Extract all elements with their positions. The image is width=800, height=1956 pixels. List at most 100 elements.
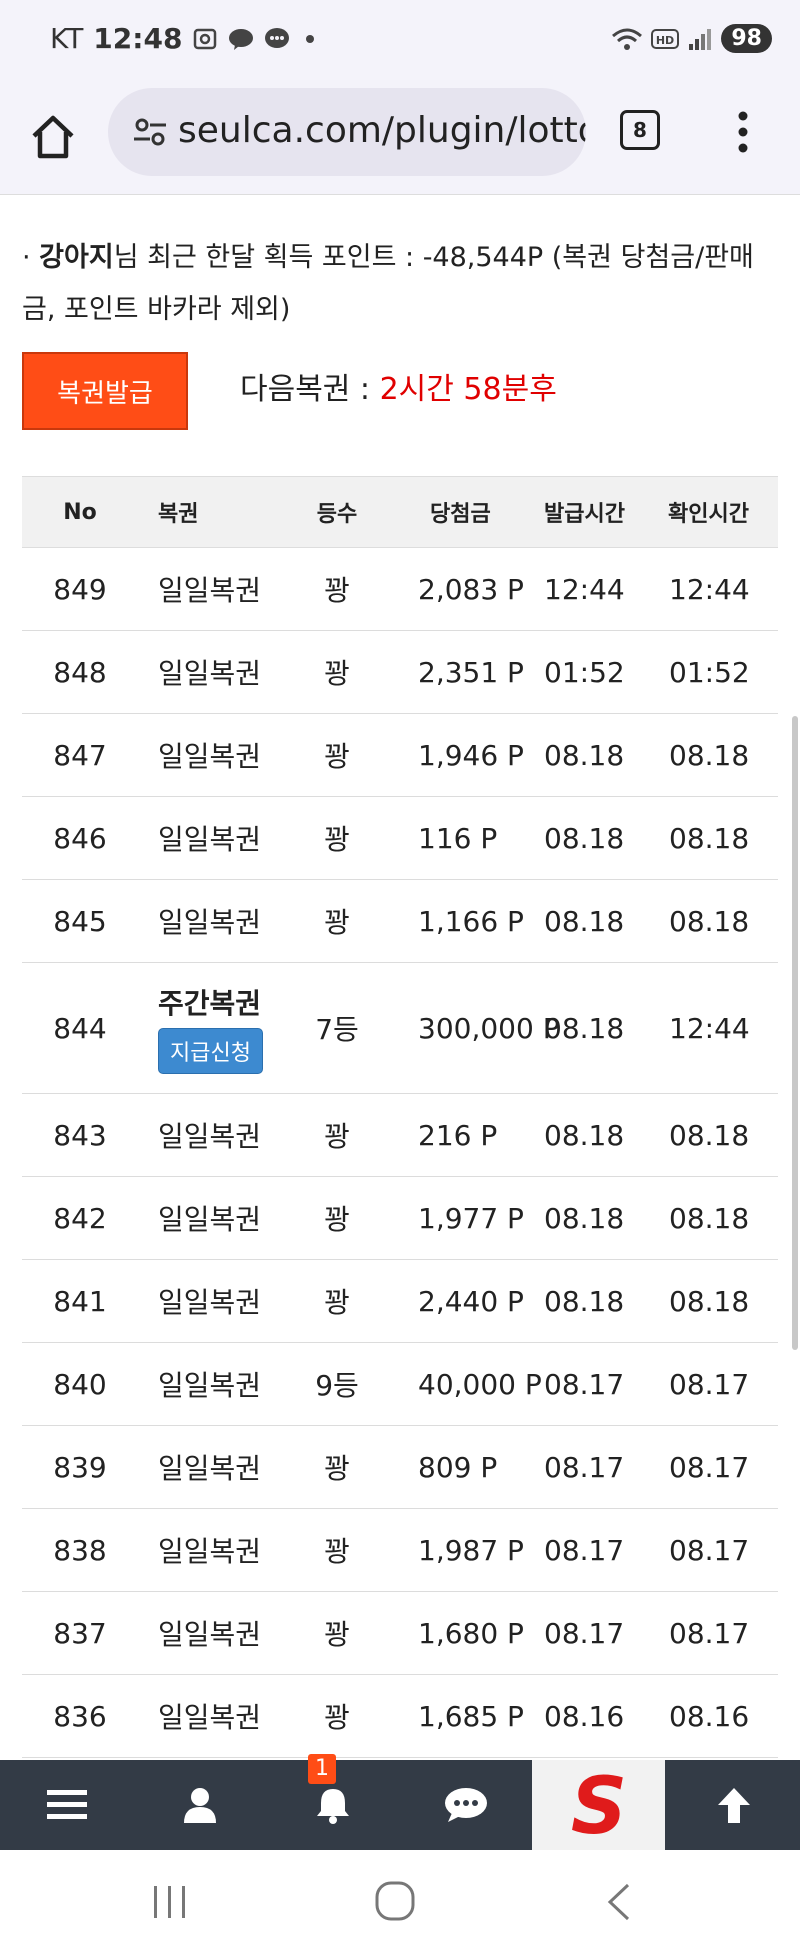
table-row: 838 일일복권 꽝 1,987 P 08.17 08.17 <box>22 1509 778 1592</box>
cell-issued: 08.17 <box>544 1533 625 1567</box>
table-row: 844 주간복권 지급신청 7등 300,000 P 08.18 12:44 <box>22 963 778 1094</box>
username: 강아지 <box>39 242 114 273</box>
cell-lottery: 일일복권 <box>158 1203 262 1236</box>
cell-issued: 08.18 <box>544 738 625 772</box>
points-summary-text: 님 최근 한달 획득 포인트 : -48,544P (복권 당첨금/판매금, 포… <box>22 242 754 325</box>
issue-lottery-button[interactable]: 복권발급 <box>22 352 188 430</box>
cell-no: 846 <box>53 821 107 855</box>
home-nav-icon[interactable] <box>374 1880 416 1922</box>
more-menu-icon[interactable] <box>738 110 748 154</box>
header-no: No <box>63 499 97 525</box>
cell-prize: 2,440 P <box>418 1284 524 1318</box>
cell-checked: 08.17 <box>669 1450 750 1484</box>
cell-lottery: 일일복권 <box>158 1618 262 1651</box>
cell-checked: 08.18 <box>669 1118 750 1152</box>
cell-no: 847 <box>53 738 107 772</box>
table-row: 837 일일복권 꽝 1,680 P 08.17 08.17 <box>22 1592 778 1675</box>
chat-button[interactable] <box>399 1760 532 1850</box>
cell-rank: 꽝 <box>324 1203 350 1236</box>
header-prize: 당첨금 <box>430 502 491 527</box>
weekly-lottery-name: 주간복권 <box>158 987 262 1020</box>
cell-prize: 1,680 P <box>418 1616 524 1650</box>
logo-letter: S <box>570 1767 626 1843</box>
browser-toolbar: seulca.com/plugin/lotto 8 <box>0 84 800 195</box>
cell-issued: 08.17 <box>544 1616 625 1650</box>
cell-prize: 216 P <box>418 1118 498 1152</box>
cell-no: 844 <box>53 1011 107 1045</box>
cell-lottery: 일일복권 <box>158 823 262 856</box>
cell-lottery: 주간복권 지급신청 <box>158 963 263 1093</box>
cell-lottery: 일일복권 <box>158 1701 262 1734</box>
next-lottery-countdown: 2시간 58분후 <box>379 372 557 407</box>
cell-rank: 9등 <box>315 1369 359 1402</box>
cell-issued: 08.18 <box>544 821 625 855</box>
cell-rank: 꽝 <box>324 574 350 607</box>
message-icon <box>265 27 290 48</box>
bell-icon <box>316 1789 349 1824</box>
cell-rank: 꽝 <box>324 1535 350 1568</box>
hd-icon: HD <box>651 28 680 49</box>
scroll-top-button[interactable] <box>667 1760 800 1850</box>
table-row: 843 일일복권 꽝 216 P 08.18 08.18 <box>22 1094 778 1177</box>
cell-issued: 08.18 <box>544 1201 625 1235</box>
cell-issued: 01:52 <box>544 655 625 689</box>
cell-prize: 1,987 P <box>418 1533 524 1567</box>
table-row: 839 일일복권 꽝 809 P 08.17 08.17 <box>22 1426 778 1509</box>
site-settings-icon[interactable] <box>132 114 168 150</box>
cell-issued: 08.17 <box>544 1450 625 1484</box>
cell-lottery: 일일복권 <box>158 657 262 690</box>
cell-lottery: 일일복권 <box>158 1535 262 1568</box>
back-icon[interactable] <box>604 1882 632 1922</box>
cell-rank: 꽝 <box>324 1452 350 1485</box>
user-icon <box>183 1788 216 1823</box>
url-text[interactable]: seulca.com/plugin/lotto <box>178 110 586 151</box>
home-icon[interactable] <box>28 112 78 162</box>
cell-no: 845 <box>53 904 107 938</box>
clock: 12:48 <box>93 22 183 55</box>
cell-issued: 08.17 <box>544 1367 625 1401</box>
status-right: HD 98 <box>611 24 772 53</box>
cell-prize: 300,000 P <box>418 1011 560 1045</box>
site-logo-icon: S <box>570 1767 626 1843</box>
chat-icon <box>444 1788 487 1822</box>
next-lottery-label: 다음복권 : <box>240 372 380 407</box>
svg-text:HD: HD <box>656 34 674 47</box>
menu-button[interactable] <box>0 1760 133 1850</box>
profile-button[interactable] <box>133 1760 266 1850</box>
cell-prize: 2,083 P <box>418 572 524 606</box>
cell-rank: 꽝 <box>324 1701 350 1734</box>
cell-checked: 08.17 <box>669 1616 750 1650</box>
recent-apps-icon[interactable] <box>150 1884 190 1920</box>
request-payment-button[interactable]: 지급신청 <box>158 1028 263 1074</box>
site-logo-button[interactable]: S <box>532 1760 665 1850</box>
cell-checked: 08.18 <box>669 738 750 772</box>
cell-lottery: 일일복권 <box>158 1286 262 1319</box>
status-left: KT 12:48 <box>50 22 315 55</box>
table-row: 847 일일복권 꽝 1,946 P 08.18 08.18 <box>22 714 778 797</box>
table-row: 836 일일복권 꽝 1,685 P 08.16 08.16 <box>22 1675 778 1758</box>
cell-checked: 08.16 <box>669 1699 750 1733</box>
cell-prize: 1,685 P <box>418 1699 524 1733</box>
lottery-table: No 복권 등수 당첨금 발급시간 확인시간 849 일일복권 꽝 2,083 … <box>22 476 778 1758</box>
address-bar[interactable]: seulca.com/plugin/lotto <box>108 88 586 176</box>
table-row: 848 일일복권 꽝 2,351 P 01:52 01:52 <box>22 631 778 714</box>
kakaotalk-icon <box>229 28 254 50</box>
cell-lottery: 일일복권 <box>158 906 262 939</box>
arrow-up-icon <box>717 1788 750 1823</box>
cell-prize: 40,000 P <box>418 1367 542 1401</box>
carrier-label: KT <box>50 22 84 55</box>
header-issued: 발급시간 <box>544 502 625 527</box>
tab-switcher-button[interactable]: 8 <box>620 110 660 150</box>
header-lottery: 복권 <box>158 502 199 527</box>
cell-no: 841 <box>53 1284 107 1318</box>
cell-no: 838 <box>53 1533 107 1567</box>
cell-prize: 116 P <box>418 821 498 855</box>
next-lottery: 다음복권 : 2시간 58분후 <box>240 364 557 408</box>
table-row: 840 일일복권 9등 40,000 P 08.17 08.17 <box>22 1343 778 1426</box>
table-header: No 복권 등수 당첨금 발급시간 확인시간 <box>22 476 778 548</box>
cell-rank: 꽝 <box>324 823 350 856</box>
cell-rank: 꽝 <box>324 740 350 773</box>
page-scrollbar[interactable] <box>792 716 798 1350</box>
cell-lottery: 일일복권 <box>158 740 262 773</box>
cell-prize: 1,977 P <box>418 1201 524 1235</box>
